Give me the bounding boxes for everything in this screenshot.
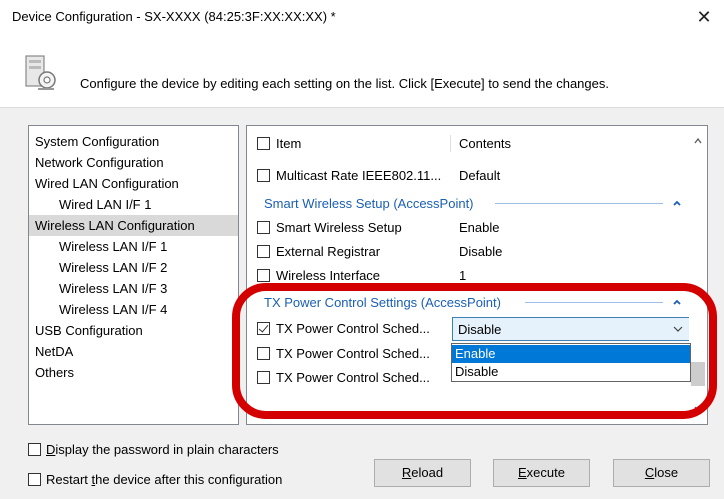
row-contents-value: Disable bbox=[459, 244, 503, 259]
row-item-label: TX Power Control Sched... bbox=[276, 370, 430, 385]
contents-select[interactable]: Disable bbox=[452, 317, 690, 341]
row-item-label: Wireless Interface bbox=[276, 268, 381, 283]
section-header-smart-wireless[interactable]: Smart Wireless Setup (AccessPoint) bbox=[247, 192, 689, 214]
list-row[interactable]: Multicast Rate IEEE802.11... Default bbox=[247, 164, 689, 187]
display-password-checkbox[interactable] bbox=[28, 443, 41, 456]
dropdown-options-list[interactable]: Enable Disable bbox=[451, 343, 691, 382]
column-header-item: Item bbox=[276, 136, 302, 151]
tree-item-others[interactable]: Others bbox=[29, 362, 238, 383]
row-item-label: Smart Wireless Setup bbox=[276, 220, 402, 235]
close-button[interactable]: Close bbox=[613, 459, 710, 487]
device-settings-icon bbox=[25, 55, 56, 90]
close-window-icon[interactable]: ✕ bbox=[690, 4, 718, 30]
tree-item-wireless-lan-if-3[interactable]: Wireless LAN I/F 3 bbox=[29, 278, 238, 299]
chevron-up-icon[interactable] bbox=[671, 296, 683, 308]
row-item-label: External Registrar bbox=[276, 244, 381, 259]
tree-item-usb-configuration[interactable]: USB Configuration bbox=[29, 320, 238, 341]
select-value: Disable bbox=[458, 322, 502, 337]
dropdown-option-enable[interactable]: Enable bbox=[452, 345, 690, 363]
column-header-contents: Contents bbox=[459, 136, 512, 151]
list-row[interactable]: Smart Wireless Setup Enable bbox=[247, 216, 689, 239]
row-checkbox[interactable] bbox=[257, 322, 270, 335]
section-header-tx-power[interactable]: TX Power Control Settings (AccessPoint) bbox=[247, 291, 689, 313]
tree-item-wired-lan-if-1[interactable]: Wired LAN I/F 1 bbox=[29, 194, 238, 215]
category-tree[interactable]: System Configuration Network Configurati… bbox=[28, 125, 239, 425]
tree-item-wireless-lan-if-4[interactable]: Wireless LAN I/F 4 bbox=[29, 299, 238, 320]
scrollbar-thumb[interactable] bbox=[691, 362, 705, 386]
title-bar: Device Configuration - SX-XXXX (84:25:3F… bbox=[0, 0, 724, 34]
row-checkbox[interactable] bbox=[257, 269, 270, 282]
row-checkbox[interactable] bbox=[257, 169, 270, 182]
row-item-label: Multicast Rate IEEE802.11... bbox=[276, 168, 442, 183]
list-row[interactable]: External Registrar Disable bbox=[247, 240, 689, 263]
row-item-label: TX Power Control Sched... bbox=[276, 346, 430, 361]
row-checkbox[interactable] bbox=[257, 347, 270, 360]
instruction-header: Configure the device by editing each set… bbox=[0, 34, 724, 108]
row-contents-value: Enable bbox=[459, 220, 500, 235]
row-checkbox[interactable] bbox=[257, 221, 270, 234]
section-divider bbox=[525, 302, 663, 303]
restart-device-label: Restart the device after this configurat… bbox=[46, 472, 283, 487]
tree-item-netda[interactable]: NetDA bbox=[29, 341, 238, 362]
row-contents-value: Default bbox=[459, 168, 501, 183]
row-checkbox[interactable] bbox=[257, 371, 270, 384]
row-contents-value: 1 bbox=[459, 268, 467, 283]
tree-item-network-configuration[interactable]: Network Configuration bbox=[29, 152, 238, 173]
section-label: TX Power Control Settings (AccessPoint) bbox=[264, 295, 501, 310]
tree-item-wireless-lan-if-1[interactable]: Wireless LAN I/F 1 bbox=[29, 236, 238, 257]
vertical-scrollbar[interactable] bbox=[689, 126, 707, 424]
execute-button[interactable]: Execute bbox=[493, 459, 590, 487]
tree-item-wireless-lan-configuration[interactable]: Wireless LAN Configuration bbox=[29, 215, 238, 236]
restart-device-checkbox[interactable] bbox=[28, 473, 41, 486]
section-divider bbox=[495, 203, 663, 204]
row-item-label: TX Power Control Sched... bbox=[276, 321, 430, 336]
window-title: Device Configuration - SX-XXXX (84:25:3F… bbox=[12, 9, 336, 24]
tree-item-wireless-lan-if-2[interactable]: Wireless LAN I/F 2 bbox=[29, 257, 238, 278]
chevron-down-icon[interactable] bbox=[673, 325, 683, 333]
select-all-checkbox[interactable] bbox=[257, 137, 270, 150]
tree-item-wired-lan-configuration[interactable]: Wired LAN Configuration bbox=[29, 173, 238, 194]
display-password-label: Display the password in plain characters bbox=[46, 442, 279, 457]
column-divider bbox=[450, 135, 451, 152]
dropdown-option-disable[interactable]: Disable bbox=[452, 363, 690, 381]
chevron-up-icon[interactable] bbox=[671, 197, 683, 209]
instruction-text: Configure the device by editing each set… bbox=[80, 76, 609, 91]
list-row[interactable]: Wireless Interface 1 bbox=[247, 264, 689, 287]
scroll-down-icon[interactable] bbox=[693, 404, 703, 414]
row-checkbox[interactable] bbox=[257, 245, 270, 258]
section-label: Smart Wireless Setup (AccessPoint) bbox=[264, 196, 474, 211]
reload-button[interactable]: Reload bbox=[374, 459, 471, 487]
list-header: Item Contents bbox=[247, 132, 689, 155]
scroll-up-icon[interactable] bbox=[693, 136, 703, 146]
tree-item-system-configuration[interactable]: System Configuration bbox=[29, 131, 238, 152]
